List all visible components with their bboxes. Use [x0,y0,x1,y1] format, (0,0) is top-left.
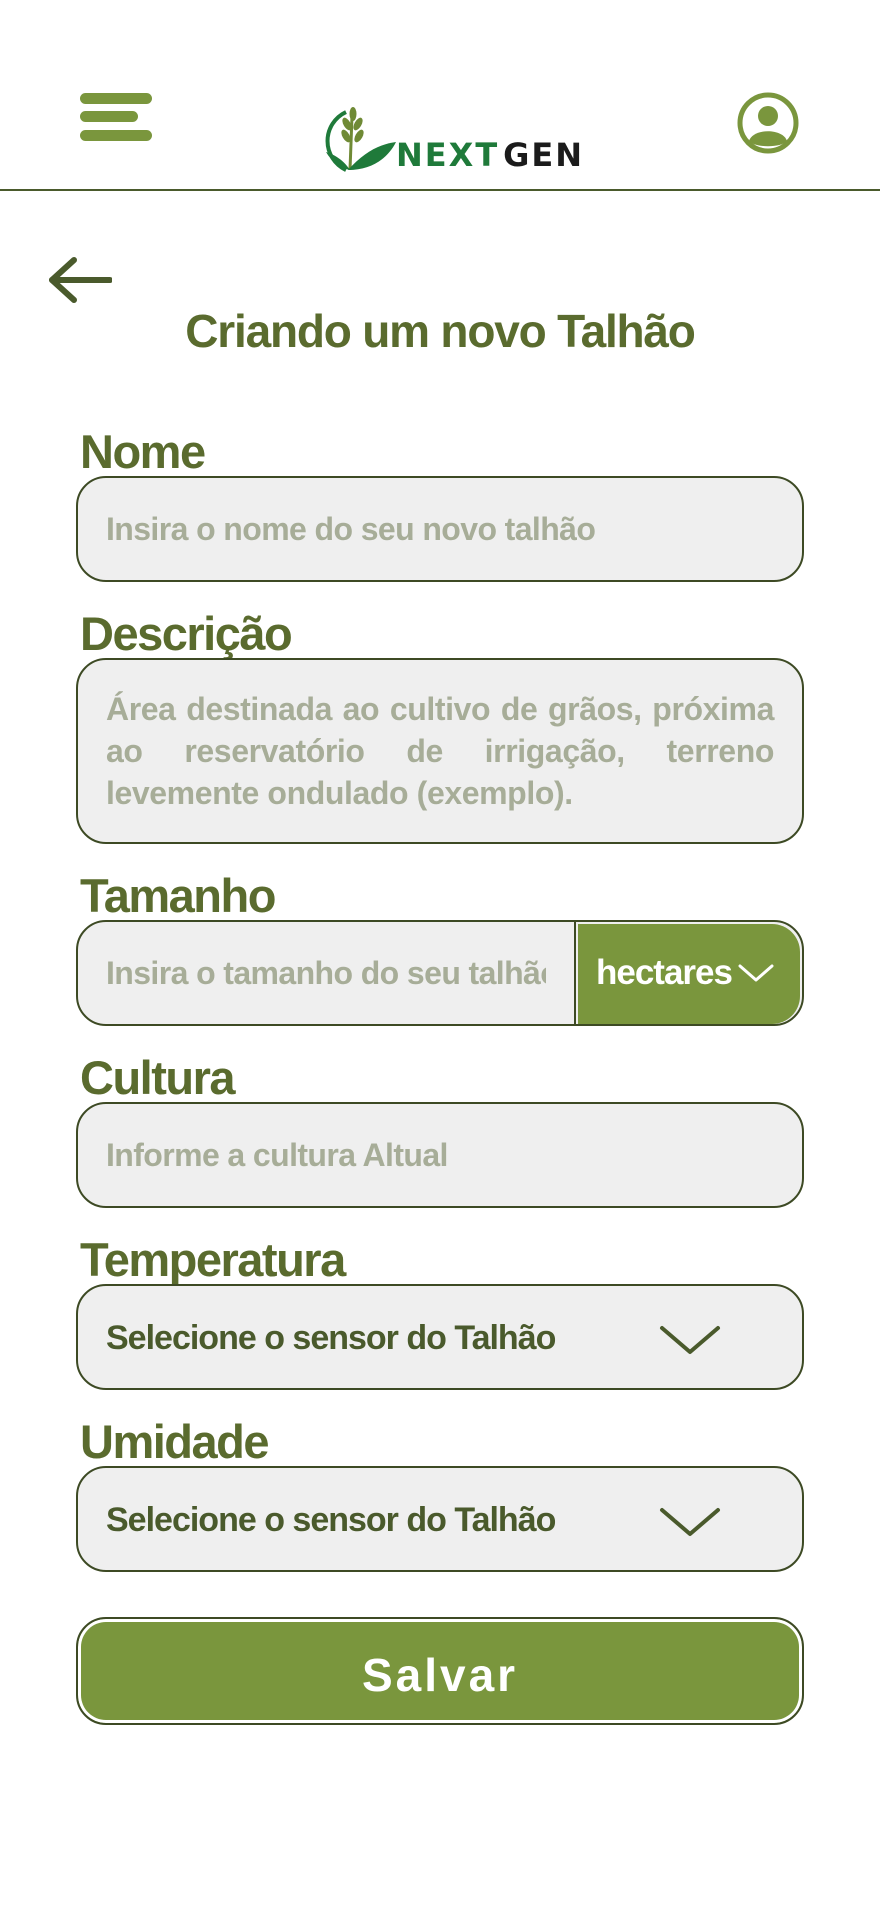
unit-label: hectares [596,953,733,992]
page-title: Criando um novo Talhão [185,305,696,357]
temperatura-select-value: Selecione o sensor do Talhão [106,1319,556,1357]
descricao-label: Descrição [80,607,293,660]
chevron-down-icon [660,1326,720,1354]
descricao-placeholder: Área destinada ao cultivo de grãos, próx… [106,691,774,811]
create-plot-screen: NEXTGEN Criando um novo Talhão Nome Desc… [0,0,880,1912]
tamanho-input[interactable] [78,922,574,1024]
wheat-leaf-logo-icon [325,107,396,172]
hamburger-menu-icon[interactable] [80,93,152,141]
app-header: NEXT GEN [0,0,880,191]
user-account-icon[interactable] [737,92,799,154]
descricao-field[interactable]: Área destinada ao cultivo de grãos, próx… [76,658,804,844]
save-button[interactable]: Salvar [76,1617,804,1725]
chevron-down-icon [738,964,774,982]
nextgen-logo: NEXT GEN [312,100,592,174]
save-button-label: Salvar [361,1649,519,1701]
temperatura-sensor-select[interactable]: Selecione o sensor do Talhão [76,1284,804,1390]
cultura-field[interactable] [76,1102,804,1208]
umidade-select-value: Selecione o sensor do Talhão [106,1501,556,1539]
unit-select-button[interactable]: hectares [578,924,800,1024]
arrow-left-icon[interactable] [48,256,112,304]
chevron-down-icon [660,1508,720,1536]
tamanho-label: Tamanho [80,869,276,922]
nome-input[interactable] [78,478,802,580]
logo-wordmark: NEXT GEN [396,136,585,174]
tamanho-input-wrap [78,922,576,1024]
umidade-sensor-select[interactable]: Selecione o sensor do Talhão [76,1466,804,1572]
cultura-label: Cultura [80,1051,236,1104]
tamanho-field: hectares [76,920,804,1026]
nome-field[interactable] [76,476,804,582]
umidade-label: Umidade [80,1415,270,1468]
nome-label: Nome [80,425,206,478]
temperatura-label: Temperatura [80,1233,346,1286]
cultura-input[interactable] [78,1104,802,1206]
